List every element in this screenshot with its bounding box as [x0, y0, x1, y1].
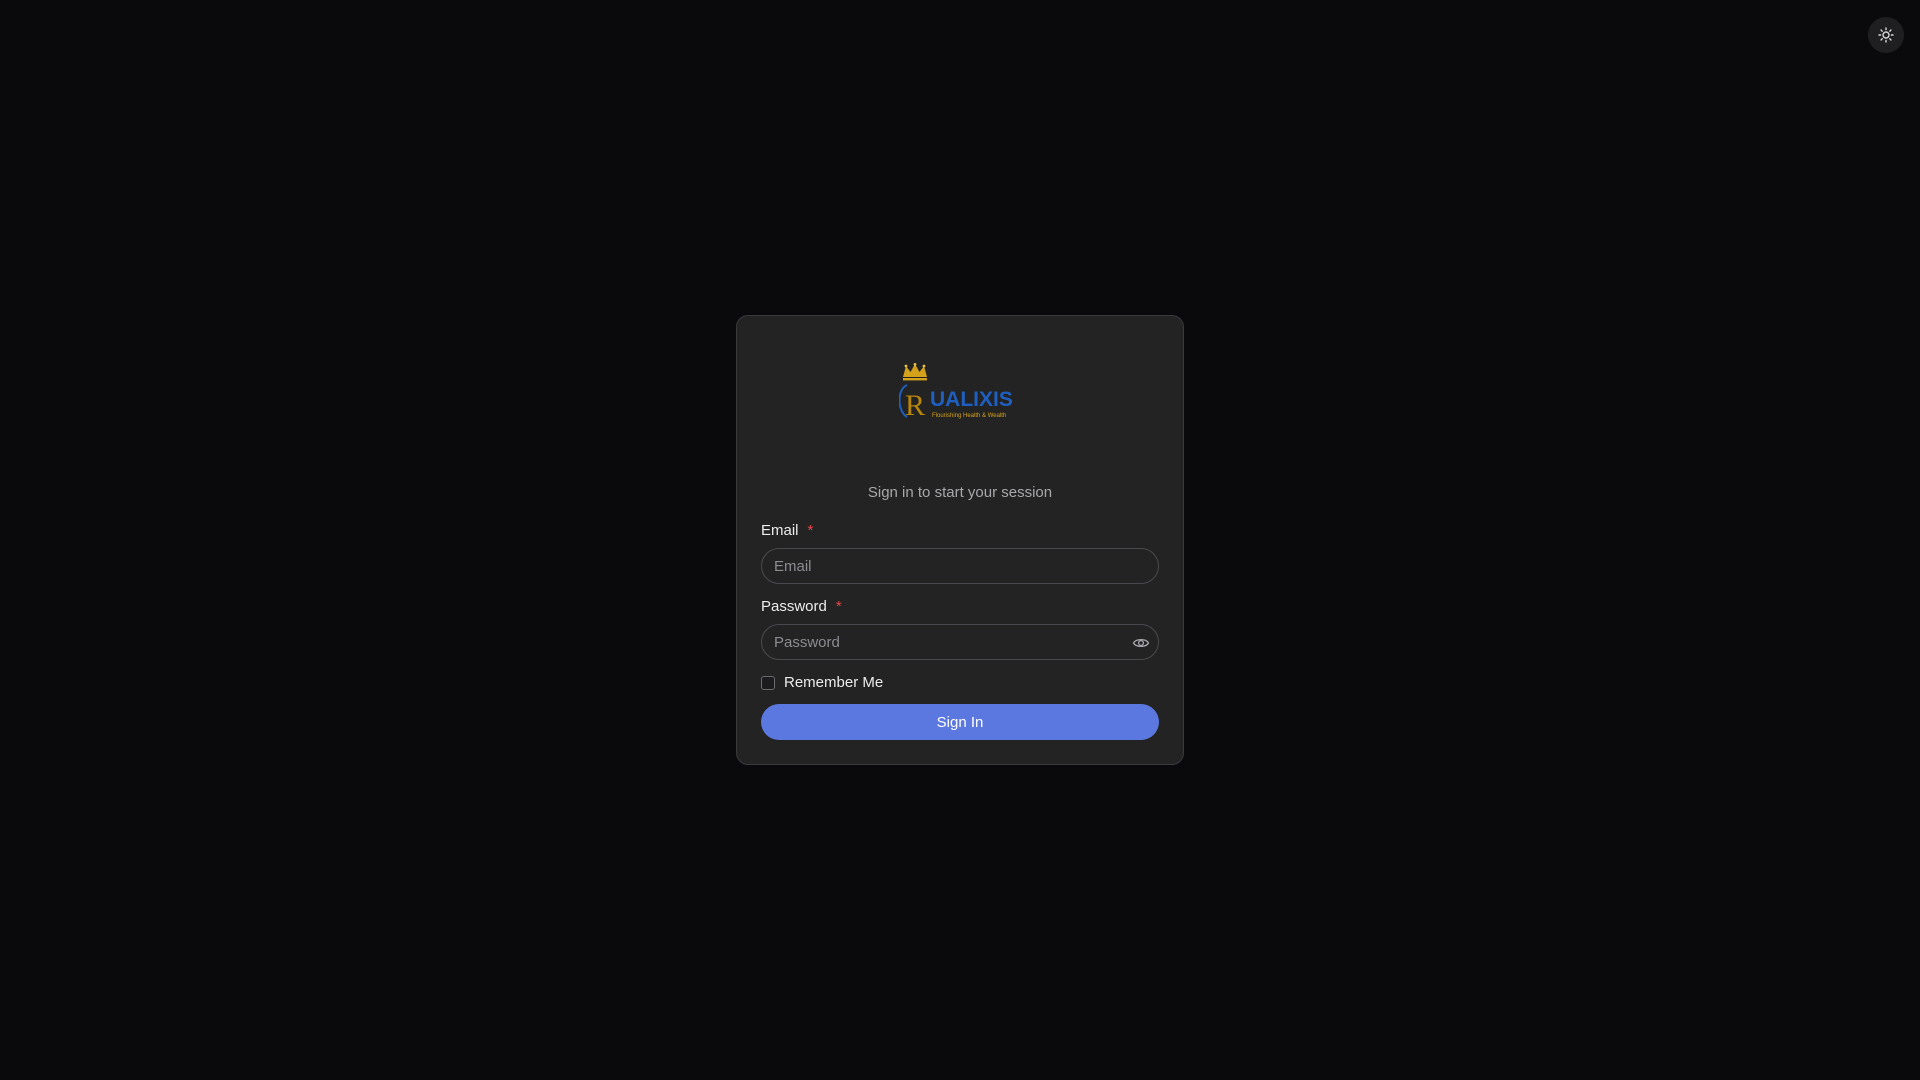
password-input[interactable]	[762, 625, 1158, 659]
sign-in-button[interactable]: Sign In	[761, 704, 1159, 740]
sun-icon	[1878, 27, 1894, 43]
login-subtitle: Sign in to start your session	[867, 484, 1053, 501]
email-input[interactable]	[762, 549, 1158, 583]
email-field-wrapper	[761, 548, 1159, 584]
required-marker: *	[835, 598, 842, 615]
svg-text:R: R	[905, 389, 925, 422]
login-card: R UALIXIS Flourishing Health & Wealth Si…	[736, 315, 1184, 765]
remember-me-checkbox[interactable]	[761, 675, 775, 690]
remember-me-label: Remember Me	[784, 674, 884, 691]
svg-text:UALIXIS: UALIXIS	[930, 388, 1013, 411]
eye-icon[interactable]	[1132, 634, 1150, 652]
password-label: Password *	[761, 598, 842, 615]
crown-icon	[903, 363, 927, 381]
remember-me[interactable]: Remember Me	[761, 674, 883, 691]
email-label: Email *	[761, 522, 814, 539]
required-marker: *	[807, 522, 814, 539]
theme-toggle-button[interactable]	[1868, 17, 1904, 53]
brand-logo: R UALIXIS Flourishing Health & Wealth	[899, 363, 1013, 422]
password-field-wrapper	[761, 624, 1159, 660]
svg-text:Flourishing Health & Wealth: Flourishing Health & Wealth	[932, 413, 1006, 419]
